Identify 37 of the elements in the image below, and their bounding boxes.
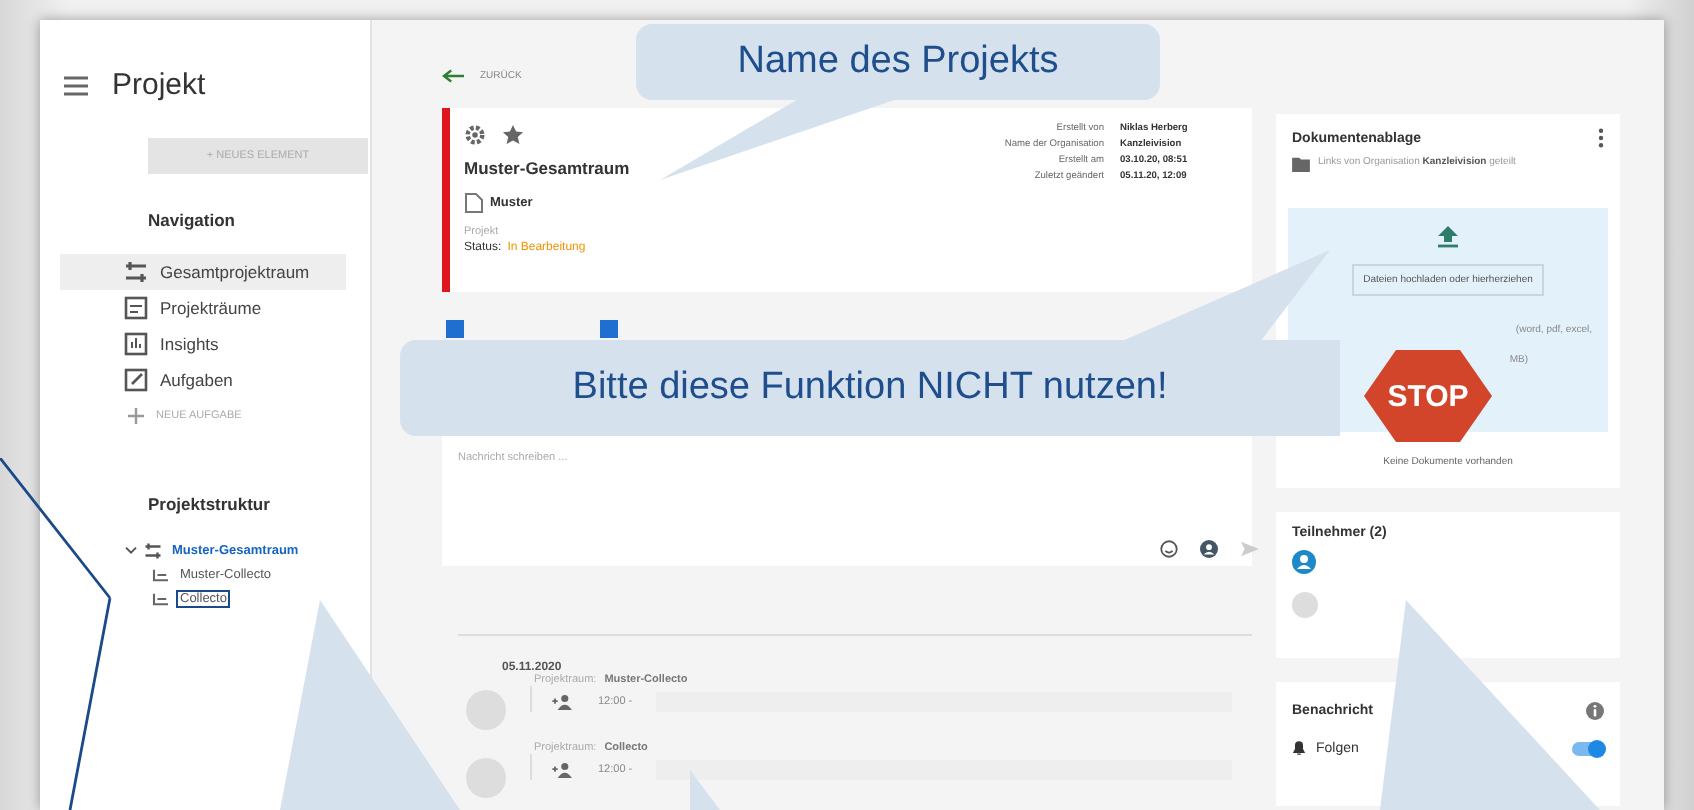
- nav-item[interactable]: Projekträume: [60, 290, 346, 326]
- callout-tail: [690, 770, 720, 810]
- nav-item[interactable]: Gesamtprojektraum: [60, 254, 346, 290]
- chart-icon: [124, 332, 148, 356]
- plus-icon: [128, 408, 144, 424]
- more-icon: [1598, 128, 1604, 148]
- person-add-icon: [552, 694, 574, 710]
- callout-text: Bitte diese Funktion NICHT nutzen!: [572, 366, 1168, 410]
- send-icon: [1240, 540, 1260, 558]
- checkbox[interactable]: [600, 320, 618, 338]
- section-heading: Navigation: [148, 210, 237, 230]
- back-arrow-icon: [442, 68, 464, 84]
- star-icon: [502, 124, 524, 146]
- person-add-icon: [552, 762, 574, 778]
- gear-icon: [464, 124, 486, 146]
- user-avatar-icon: [1292, 550, 1316, 574]
- edit-icon: [124, 368, 148, 392]
- callout-text: Name des Projekts: [737, 40, 1059, 84]
- caret-icon[interactable]: [124, 545, 138, 555]
- project-name: Muster-Gesamtraum: [464, 158, 630, 178]
- nav-item[interactable]: Aufgaben: [60, 362, 346, 398]
- follow-toggle[interactable]: [1572, 741, 1604, 755]
- document-icon: [464, 192, 484, 214]
- emoji-icon: [1160, 540, 1178, 558]
- people-icon: [1200, 540, 1218, 558]
- folder-icon: [1292, 156, 1310, 172]
- nav-item[interactable]: Insights: [60, 326, 346, 362]
- menu-icon: [64, 75, 88, 95]
- bell-icon: [1292, 740, 1306, 756]
- info-icon: [1586, 702, 1604, 720]
- checkbox[interactable]: [446, 320, 464, 338]
- section-heading: Projektstruktur: [148, 494, 272, 514]
- sidebar-title: Projekt: [112, 68, 206, 102]
- room-icon: [152, 567, 170, 581]
- avatar-photo: [1292, 592, 1318, 618]
- upload-icon: [1436, 224, 1460, 248]
- room-icon: [152, 591, 170, 605]
